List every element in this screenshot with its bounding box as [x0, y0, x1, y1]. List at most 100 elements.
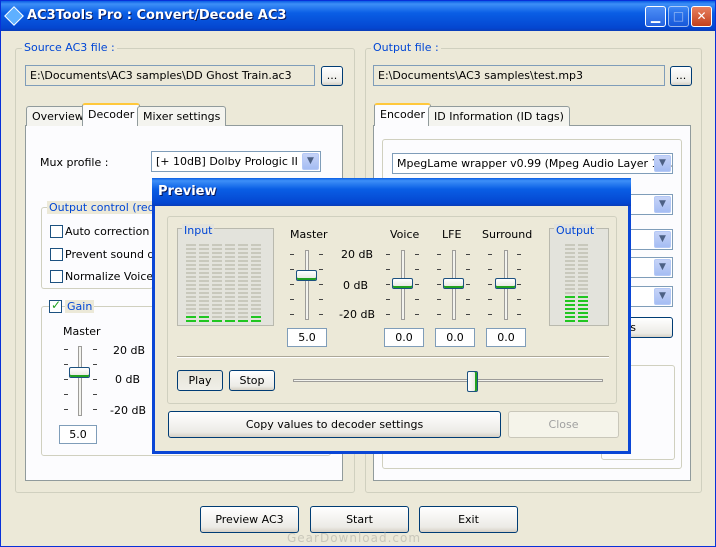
meter-segment — [186, 276, 196, 278]
meter-segment — [225, 296, 235, 298]
meter-segment — [186, 284, 196, 286]
minimize-button[interactable]: ▁ — [645, 6, 666, 27]
slider-tick — [488, 254, 492, 255]
slider-tick — [319, 254, 323, 255]
channel-label-master: Master — [290, 228, 328, 241]
slider-tick — [437, 254, 441, 255]
auto-correction-checkbox[interactable] — [50, 225, 63, 238]
source-browse-button[interactable]: ... — [321, 66, 343, 86]
gain-label: Gain — [65, 300, 95, 313]
meter-segment — [186, 280, 196, 282]
chevron-down-icon: ▼ — [654, 231, 671, 248]
master-slider[interactable] — [296, 270, 317, 281]
voice-slider[interactable] — [392, 278, 413, 289]
close-preview-button[interactable]: Close — [508, 411, 619, 438]
slider-tick — [93, 409, 97, 410]
meter-segment — [225, 312, 235, 314]
tab-encoder[interactable]: Encoder — [374, 103, 431, 126]
meter-segment — [251, 260, 261, 262]
meter-segment — [238, 296, 248, 298]
chevron-down-icon: ▼ — [654, 196, 671, 213]
tab-overview[interactable]: Overview — [26, 106, 90, 126]
slider-tick — [517, 254, 521, 255]
meter-segment — [199, 244, 209, 246]
surround-slider[interactable] — [495, 278, 516, 289]
output-label: Output file : — [371, 41, 441, 54]
meter-segment — [212, 316, 222, 318]
meter-segment — [199, 272, 209, 274]
normalize-voice-checkbox[interactable] — [50, 270, 63, 283]
mux-profile-select[interactable]: [+ 10dB] Dolby Prologic II ▼ — [151, 151, 321, 172]
meter-segment — [186, 268, 196, 270]
meter-segment — [212, 268, 222, 270]
slider-tick — [64, 364, 68, 365]
chevron-down-icon: ▼ — [654, 288, 671, 305]
gain-scale-top: 20 dB — [113, 344, 146, 357]
meter-segment — [199, 248, 209, 250]
meter-segment — [199, 280, 209, 282]
gain-checkbox[interactable] — [49, 298, 62, 313]
meter-segment — [238, 248, 248, 250]
meter-segment — [251, 276, 261, 278]
meter-segment — [186, 320, 196, 322]
title-bar[interactable]: AC3Tools Pro : Convert/Decode AC3 ▁ □ ✕ — [1, 1, 715, 31]
preview-ac3-button[interactable]: Preview AC3 — [200, 506, 299, 533]
slider-tick — [437, 299, 441, 300]
slider-tick — [386, 269, 390, 270]
source-path-field[interactable]: E:\Documents\AC3 samples\DD Ghost Train.… — [25, 65, 315, 86]
mux-profile-label: Mux profile : — [40, 156, 109, 169]
surround-value[interactable]: 0.0 — [486, 328, 526, 347]
meter-segment — [212, 256, 222, 258]
input-label: Input — [182, 224, 215, 237]
gain-scale-mid: 0 dB — [115, 373, 141, 386]
position-slider[interactable] — [467, 371, 478, 392]
lfe-value[interactable]: 0.0 — [435, 328, 475, 347]
voice-value[interactable]: 0.0 — [384, 328, 424, 347]
stop-button[interactable]: Stop — [229, 370, 275, 391]
encoder-select[interactable]: MpegLame wrapper v0.99 (Mpeg Audio Layer… — [392, 153, 673, 174]
lfe-slider[interactable] — [443, 278, 464, 289]
prevent-sound-checkbox[interactable] — [50, 248, 63, 261]
tab-decoder[interactable]: Decoder — [82, 103, 141, 126]
meter-segment — [565, 248, 575, 250]
meter-segment — [186, 244, 196, 246]
slider-tick — [466, 299, 470, 300]
meter-segment — [238, 320, 248, 322]
slider-tick — [386, 314, 390, 315]
meter-segment — [225, 248, 235, 250]
tab-mixer-settings[interactable]: Mixer settings — [137, 106, 227, 126]
tab-id-information[interactable]: ID Information (ID tags) — [428, 106, 570, 126]
gain-master-slider[interactable] — [69, 367, 90, 378]
maximize-button[interactable]: □ — [668, 6, 689, 27]
meter-segment — [238, 280, 248, 282]
meter-segment — [186, 288, 196, 290]
meter-segment — [199, 260, 209, 262]
exit-button[interactable]: Exit — [419, 506, 518, 533]
preview-divider — [177, 356, 609, 358]
meter-segment — [199, 288, 209, 290]
play-button[interactable]: Play — [177, 370, 223, 391]
preview-title-bar[interactable]: Preview — [152, 178, 631, 206]
meter-segment — [578, 280, 588, 282]
slider-tick — [93, 349, 97, 350]
meter-segment — [212, 248, 222, 250]
slider-tick — [319, 269, 323, 270]
watermark: GearDownload.com — [287, 531, 422, 545]
meter-segment — [251, 300, 261, 302]
slider-tick — [415, 269, 419, 270]
meter-segment — [565, 300, 575, 302]
meter-segment — [238, 276, 248, 278]
channel-label-voice: Voice — [390, 228, 420, 241]
close-button[interactable]: ✕ — [691, 6, 712, 27]
master-value[interactable]: 5.0 — [287, 328, 327, 347]
start-button[interactable]: Start — [310, 506, 409, 533]
copy-values-button[interactable]: Copy values to decoder settings — [168, 411, 501, 438]
meter-segment — [565, 288, 575, 290]
gain-master-value[interactable]: 5.0 — [59, 425, 97, 444]
meter-segment — [199, 320, 209, 322]
output-path-field[interactable]: E:\Documents\AC3 samples\test.mp3 — [373, 65, 665, 86]
meter-segment — [238, 264, 248, 266]
meter-segment — [565, 292, 575, 294]
meter-segment — [578, 288, 588, 290]
output-browse-button[interactable]: ... — [670, 66, 692, 86]
